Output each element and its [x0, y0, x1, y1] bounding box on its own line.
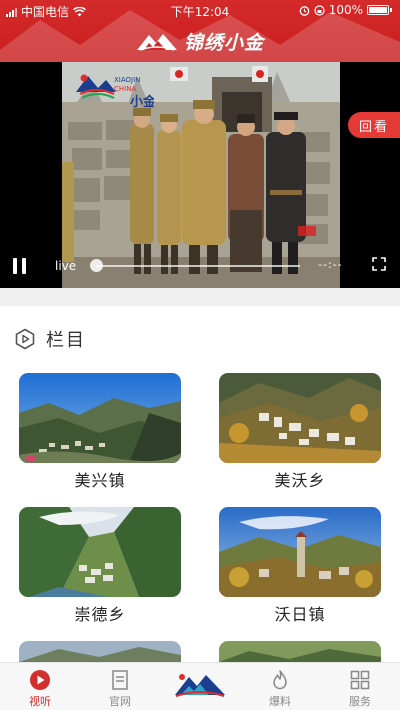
tab-home-logo[interactable]: [160, 663, 240, 710]
play-circle-icon: [15, 328, 35, 350]
time-label: --:--: [318, 258, 343, 271]
video-controls: live --:--: [0, 252, 400, 282]
lock-rotation-icon: [314, 4, 325, 16]
fullscreen-icon[interactable]: [372, 257, 386, 271]
tab-label: 官网: [109, 695, 131, 708]
app-header: 中国电信 下午12:04 100% 锦绣小金: [0, 0, 400, 62]
battery-icon: [367, 5, 389, 15]
app-title-bar: 锦绣小金: [0, 26, 400, 56]
alarm-icon: [299, 5, 310, 16]
bottom-tab-bar: 视听 官网 爆料 服务: [0, 662, 400, 710]
status-bar: 中国电信 下午12:04 100%: [0, 0, 400, 22]
svg-text:CHINA: CHINA: [114, 85, 136, 93]
tab-shiting[interactable]: 视听: [0, 663, 80, 710]
mountain-logo-icon: [136, 34, 177, 51]
card-chongde[interactable]: 崇德乡: [19, 507, 181, 625]
card-partial-right[interactable]: [219, 641, 381, 662]
battery-percent: 100%: [328, 3, 363, 17]
app-title: 锦绣小金: [183, 31, 264, 54]
tab-label: 视听: [29, 695, 51, 708]
card-label: 美兴镇: [74, 471, 126, 490]
flame-icon: [273, 670, 287, 690]
progress-track[interactable]: [96, 265, 300, 267]
live-label: live: [55, 259, 77, 273]
document-icon: [112, 670, 128, 690]
video-player[interactable]: XIAOJIN CHINA 小金 回看 live --:--: [0, 62, 400, 288]
card-label: 美沃乡: [274, 471, 326, 490]
play-icon: [30, 670, 50, 690]
progress-knob[interactable]: [90, 259, 103, 272]
grid-icon: [350, 670, 370, 690]
card-thumbnail[interactable]: [19, 373, 181, 463]
section-divider: [0, 288, 400, 306]
card-thumbnail[interactable]: [219, 507, 381, 597]
card-wori[interactable]: 沃日镇: [219, 507, 381, 625]
svg-text:小金: 小金: [130, 94, 154, 110]
card-label: 沃日镇: [274, 605, 326, 624]
card-label: 崇德乡: [74, 605, 126, 624]
mountain-logo-icon: [175, 674, 225, 697]
card-thumbnail[interactable]: [19, 507, 181, 597]
card-thumbnail[interactable]: [19, 641, 181, 662]
tab-fuwu[interactable]: 服务: [320, 663, 400, 710]
pause-icon[interactable]: [13, 258, 27, 274]
replay-button[interactable]: 回看: [348, 112, 400, 138]
card-meiwo[interactable]: 美沃乡: [219, 373, 381, 491]
battery-tip: [390, 8, 392, 12]
tab-label: 服务: [349, 695, 371, 708]
section-header: 栏目: [14, 325, 86, 353]
card-meixing[interactable]: 美兴镇: [19, 373, 181, 491]
section-title: 栏目: [46, 330, 86, 351]
tab-guanwang[interactable]: 官网: [80, 663, 160, 710]
tab-label: 爆料: [269, 695, 291, 708]
card-thumbnail[interactable]: [219, 641, 381, 662]
xiaojin-china-logo: XIAOJIN CHINA 小金: [76, 74, 154, 110]
card-thumbnail[interactable]: [219, 373, 381, 463]
tab-baoliao[interactable]: 爆料: [240, 663, 320, 710]
card-partial-left[interactable]: [19, 641, 181, 662]
svg-text:XIAOJIN: XIAOJIN: [114, 76, 140, 84]
